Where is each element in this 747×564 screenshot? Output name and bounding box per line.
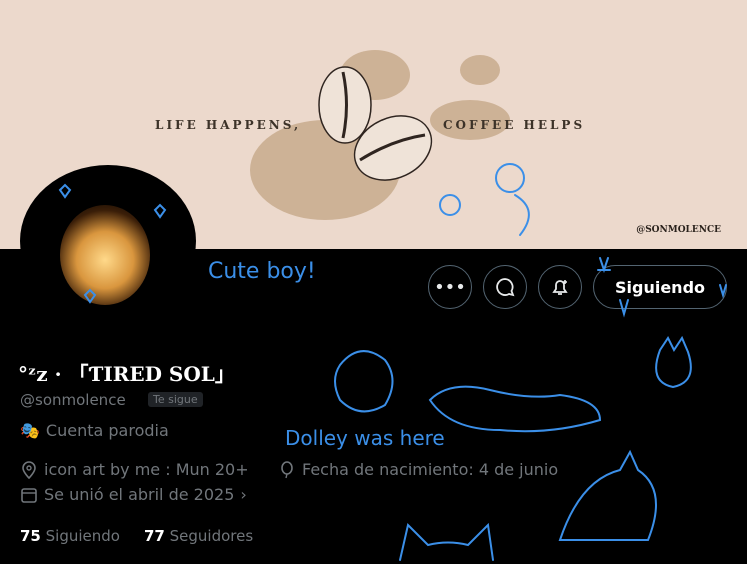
- location-text: icon art by me : Mun 20+: [44, 460, 249, 479]
- cat-doodle-face: [655, 335, 692, 389]
- chevron-right-icon: ›: [240, 485, 247, 504]
- birthday-text: Fecha de nacimiento: 4 de junio: [302, 460, 559, 479]
- display-name: °ᶻz · 「ƬIRED SOL」: [18, 362, 235, 386]
- notify-bell-icon: [552, 280, 568, 295]
- follows-you-badge: Te sigue: [148, 392, 203, 407]
- cat-doodle-sitting: [558, 449, 657, 541]
- dolley-doodle-text: Dolley was here: [285, 426, 445, 450]
- follow-stats: 75 Siguiendo 77 Seguidores: [20, 527, 253, 545]
- message-button[interactable]: [483, 265, 527, 309]
- followers-label: Seguidores: [169, 527, 254, 545]
- more-icon: •••: [434, 276, 466, 298]
- joined-text: Se unió el abril de 2025: [44, 485, 235, 504]
- cat-doodle-lying: [428, 385, 602, 433]
- banner-credit: @SONMOLENCE: [636, 225, 721, 235]
- parody-mask-icon: 🎭: [20, 421, 40, 440]
- profile-handle: @sonmolence: [20, 391, 126, 409]
- location-pin-icon: [22, 460, 36, 479]
- avatar-artwork: [60, 205, 150, 305]
- joined-row[interactable]: Se unió el abril de 2025 ›: [20, 485, 247, 504]
- more-button[interactable]: •••: [428, 265, 472, 309]
- calendar-icon: [21, 487, 37, 503]
- followers-stat[interactable]: 77 Seguidores: [144, 527, 253, 545]
- following-label: Siguiendo: [45, 527, 120, 545]
- parody-label: 🎭 Cuenta parodia: [20, 421, 169, 440]
- balloon-icon: [281, 460, 293, 478]
- parody-text: Cuenta parodia: [45, 421, 169, 440]
- location-row: icon art by me : Mun 20+: [20, 460, 249, 479]
- birthday-row: Fecha de nacimiento: 4 de junio: [278, 460, 558, 479]
- profile-avatar[interactable]: [20, 165, 196, 317]
- following-stat[interactable]: 75 Siguiendo: [20, 527, 120, 545]
- notify-button[interactable]: [538, 265, 582, 309]
- cat-doodle-bottom: [399, 522, 494, 561]
- cute-boy-doodle-text: Cute boy!: [208, 259, 316, 284]
- message-icon: [496, 278, 515, 297]
- following-count: 75: [20, 527, 41, 545]
- following-button[interactable]: Siguiendo: [593, 265, 727, 309]
- followers-count: 77: [143, 527, 165, 545]
- person-doodle: [334, 350, 394, 413]
